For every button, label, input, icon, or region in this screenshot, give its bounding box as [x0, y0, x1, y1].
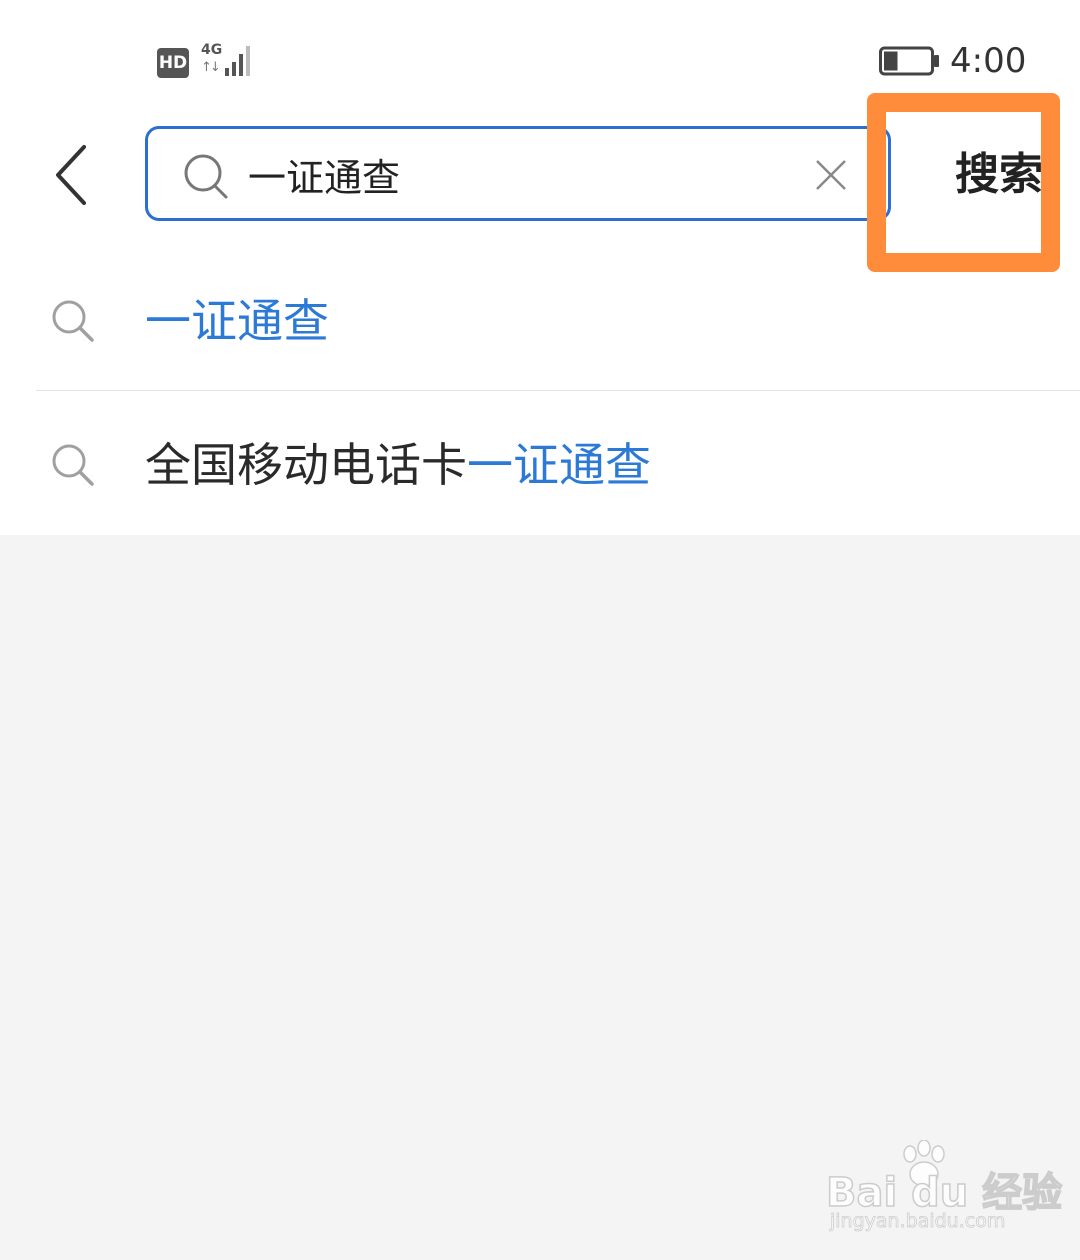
status-time: 4:00: [950, 41, 1027, 81]
back-chevron-icon: [56, 145, 86, 205]
suggestion-prefix: 全国移动电话卡: [145, 438, 467, 492]
search-icon: [52, 444, 94, 486]
suggestion-text: 一证通查: [145, 292, 329, 350]
baidu-jingyan-watermark: Bai du 经验 jingyan.baidu.com: [825, 1140, 1063, 1240]
network-activity-icon: ↑↓: [201, 60, 221, 75]
divider: [36, 390, 1080, 391]
search-box[interactable]: [145, 126, 891, 221]
watermark-url: jingyan.baidu.com: [830, 1210, 1006, 1233]
search-button[interactable]: 搜索: [913, 140, 1043, 210]
back-button[interactable]: [40, 135, 104, 215]
suggestion-match: 一证通查: [467, 438, 651, 492]
suggestion-match: 一证通查: [145, 294, 329, 348]
suggestion-text: 全国移动电话卡一证通查: [145, 436, 651, 494]
search-input[interactable]: [248, 143, 808, 205]
search-icon: [52, 300, 94, 342]
search-icon: [184, 154, 228, 199]
signal-icon: [225, 46, 250, 76]
suggestion-item[interactable]: 一证通查: [0, 256, 1080, 386]
clear-x-icon[interactable]: [813, 157, 849, 193]
hd-badge: HD: [157, 48, 189, 78]
battery-icon: [879, 46, 939, 76]
suggestion-item[interactable]: 全国移动电话卡一证通查: [0, 400, 1080, 530]
search-panel: HD 4G ↑↓ 4:00 搜索 一: [0, 0, 1080, 535]
